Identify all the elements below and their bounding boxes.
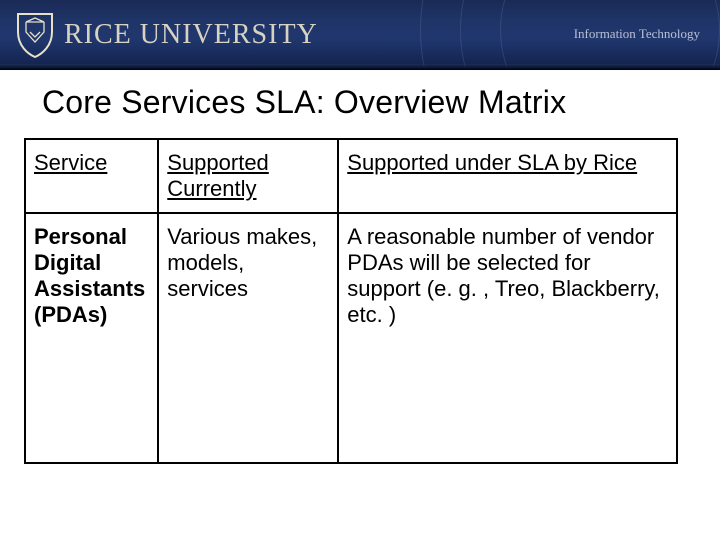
sla-overview-table: Service Supported Currently Supported un… — [24, 138, 678, 464]
header-bar: RICE UNIVERSITY Information Technology — [0, 0, 720, 70]
org-name: RICE UNIVERSITY — [64, 19, 318, 51]
rice-shield-icon — [16, 12, 54, 58]
col-header-supported-under-sla: Supported under SLA by Rice — [338, 139, 677, 213]
cell-service-value: Personal Digital Assistants (PDAs) — [34, 224, 145, 327]
col-header-service: Service — [25, 139, 158, 213]
slide: RICE UNIVERSITY Information Technology C… — [0, 0, 720, 540]
cell-supported-under-sla: A reasonable number of vendor PDAs will … — [338, 213, 677, 463]
table-header-row: Service Supported Currently Supported un… — [25, 139, 677, 213]
org-logo-block: RICE UNIVERSITY — [16, 12, 318, 58]
col-header-supported-currently-label: Supported Currently — [167, 150, 269, 201]
cell-service: Personal Digital Assistants (PDAs) — [25, 213, 158, 463]
slide-title: Core Services SLA: Overview Matrix — [42, 84, 566, 121]
col-header-supported-currently: Supported Currently — [158, 139, 338, 213]
col-header-service-label: Service — [34, 150, 107, 175]
table-row: Personal Digital Assistants (PDAs) Vario… — [25, 213, 677, 463]
dept-label: Information Technology — [574, 26, 700, 42]
col-header-supported-under-sla-label: Supported under SLA by Rice — [347, 150, 637, 175]
cell-supported-currently: Various makes, models, services — [158, 213, 338, 463]
